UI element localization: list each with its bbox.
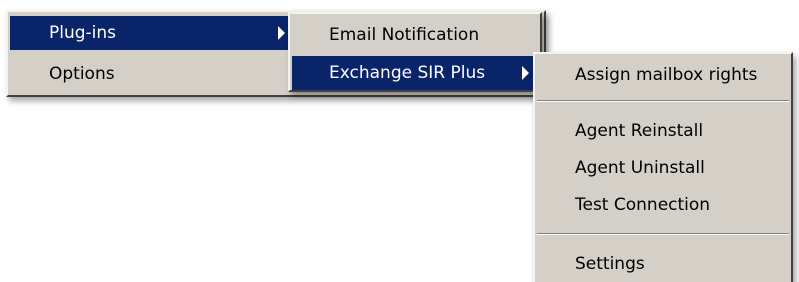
menu-item-test-connection[interactable]: Test Connection: [537, 188, 789, 222]
menu-item-label: Assign mailbox rights: [575, 65, 758, 85]
chevron-right-icon: [522, 66, 529, 80]
menu-item-label: Options: [49, 64, 115, 84]
menu-item-agent-reinstall[interactable]: Agent Reinstall: [537, 114, 789, 148]
menu-item-email-notification[interactable]: Email Notification: [292, 18, 538, 52]
menu-item-plug-ins[interactable]: Plug-ins: [10, 16, 292, 50]
menu-item-label: Agent Reinstall: [575, 121, 704, 141]
menu-item-label: Settings: [575, 254, 645, 274]
menu-item-label: Test Connection: [575, 195, 711, 215]
context-menu-exchange-sir-plus: Assign mailbox rights Agent Reinstall Ag…: [533, 52, 793, 282]
menu-separator: [537, 100, 789, 102]
menu-separator: [537, 233, 789, 235]
chevron-right-icon: [278, 26, 285, 40]
menu-item-exchange-sir-plus[interactable]: Exchange SIR Plus: [292, 56, 538, 90]
menu-item-label: Exchange SIR Plus: [329, 63, 486, 83]
menu-item-label: Email Notification: [329, 25, 480, 45]
context-menu-plugins: Email Notification Exchange SIR Plus: [288, 12, 542, 92]
menu-item-assign-mailbox-rights[interactable]: Assign mailbox rights: [537, 58, 789, 92]
menu-item-label: Plug-ins: [49, 23, 117, 43]
menu-item-label: Agent Uninstall: [575, 158, 705, 178]
menu-item-agent-uninstall[interactable]: Agent Uninstall: [537, 151, 789, 185]
menu-item-settings[interactable]: Settings: [537, 247, 789, 281]
menu-item-options[interactable]: Options: [10, 57, 292, 91]
